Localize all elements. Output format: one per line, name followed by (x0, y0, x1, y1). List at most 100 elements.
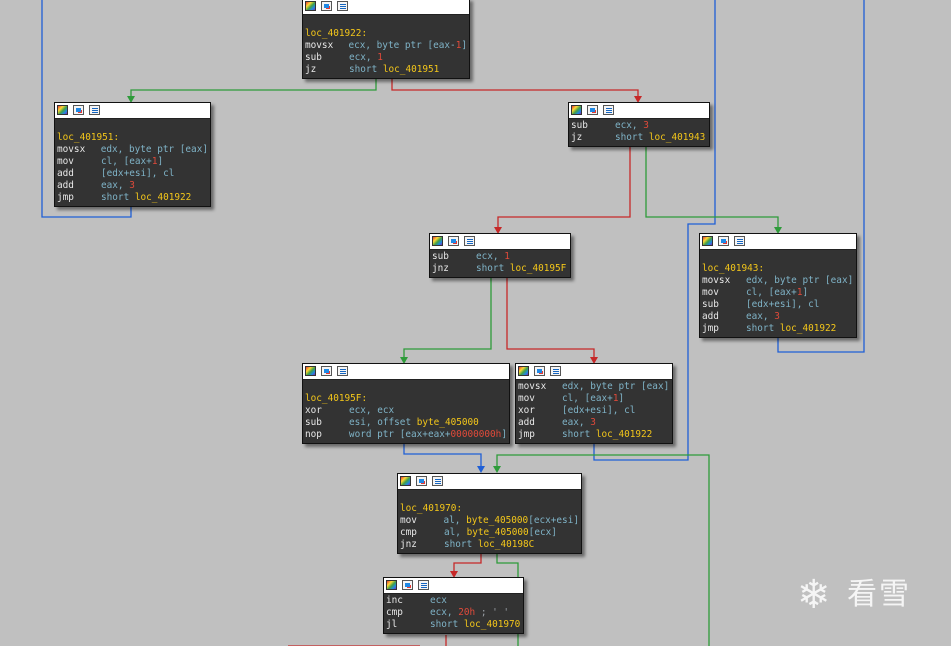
label-text[interactable]: loc_401970: (400, 503, 462, 515)
mnemonic: sub (571, 120, 588, 131)
graph-color-icon[interactable] (702, 236, 713, 246)
operand: al, (443, 515, 467, 526)
code-label: loc_401943: (702, 263, 854, 275)
node-list-icon[interactable] (337, 366, 348, 376)
block-code: movsx edx, byte ptr [eax] mov cl, [eax+ 1] xo… (516, 380, 672, 443)
code-block-inc-ecx[interactable]: inc ecx cmp ecx, 20h ; ' ' jl short loc_40197… (383, 577, 524, 634)
node-list-icon[interactable] (89, 105, 100, 115)
operand: short (430, 619, 464, 630)
operand: al, (444, 527, 467, 538)
operand: short (615, 132, 649, 143)
instruction-line: jmp short loc_401922 (518, 429, 670, 441)
edit-node-icon[interactable] (402, 580, 413, 590)
mnemonic: jmp (702, 323, 719, 334)
arrow-blue-n8 (477, 466, 485, 473)
symbol-reference[interactable]: loc_401922 (596, 429, 652, 441)
edit-node-icon[interactable] (718, 236, 729, 246)
edit-node-icon[interactable] (534, 366, 545, 376)
operand: ecx, ecx (349, 405, 395, 416)
edit-node-icon[interactable] (321, 1, 332, 11)
block-header (430, 234, 570, 250)
numeric-operand: 3 (774, 311, 780, 322)
node-list-icon[interactable] (432, 476, 443, 486)
label-text[interactable]: loc_40195F: (305, 393, 367, 405)
edit-node-icon[interactable] (416, 476, 427, 486)
mnemonic: add (57, 168, 74, 179)
graph-color-icon[interactable] (432, 236, 443, 246)
mnemonic: cmp (400, 527, 417, 538)
symbol-reference[interactable]: loc_401970 (464, 619, 520, 631)
edit-node-icon[interactable] (73, 105, 84, 115)
numeric-operand: 00000000h (450, 429, 502, 440)
edit-node-icon[interactable] (587, 105, 598, 115)
node-list-icon[interactable] (734, 236, 745, 246)
label-text[interactable]: loc_401951: (57, 132, 119, 144)
mnemonic: mov (57, 156, 74, 167)
code-block-sub-ecx-1[interactable]: sub ecx, 1 jnz short loc_40195F (429, 233, 571, 278)
edit-node-icon[interactable] (321, 366, 332, 376)
graph-color-icon[interactable] (518, 366, 529, 376)
block-code: sub ecx, 3 jz short loc_401943 (569, 119, 709, 146)
code-block-loc-401970[interactable]: loc_401970: mov al, byte_405000 [ecx+esi] cm… (397, 473, 582, 554)
block-code: loc_401943: movsx edx, byte ptr [eax] mov cl… (700, 250, 856, 337)
operand: ecx, byte ptr [eax- (348, 40, 456, 51)
mnemonic: jnz (400, 539, 417, 550)
instruction-line: jmp short loc_401922 (702, 323, 854, 335)
symbol-reference[interactable]: byte_405000 (466, 515, 528, 527)
symbol-reference[interactable]: loc_40195F (510, 263, 566, 275)
label-text[interactable]: loc_401943: (702, 263, 764, 275)
graph-color-icon[interactable] (305, 366, 316, 376)
code-block-loc-401951[interactable]: loc_401951: movsx edx, byte ptr [eax] mov cl… (54, 102, 211, 207)
instruction-line: movsx edx, byte ptr [eax] (518, 381, 670, 393)
code-label: loc_401970: (400, 503, 579, 515)
mnemonic: mov (400, 515, 417, 526)
operand: eax, (562, 417, 591, 428)
symbol-reference[interactable]: byte_405000 (417, 417, 479, 429)
mnemonic: movsx (702, 275, 731, 286)
label-text[interactable]: loc_401922: (305, 28, 367, 40)
code-block-loc-40195F[interactable]: loc_40195F: xor ecx, ecx sub esi, offset byt… (302, 363, 510, 444)
symbol-reference[interactable]: loc_40198C (478, 539, 534, 551)
block-code: loc_401970: mov al, byte_405000 [ecx+esi] cm… (398, 490, 581, 553)
graph-color-icon[interactable] (57, 105, 68, 115)
block-code: inc ecx cmp ecx, 20h ; ' ' jl short loc_40197… (384, 594, 523, 633)
instruction-line: inc ecx (386, 595, 521, 607)
graph-color-icon[interactable] (400, 476, 411, 486)
symbol-reference[interactable]: byte_405000 (467, 527, 529, 539)
code-label: loc_40195F: (305, 393, 507, 405)
graph-color-icon[interactable] (386, 580, 397, 590)
graph-color-icon[interactable] (305, 1, 316, 11)
symbol-reference[interactable]: loc_401922 (135, 192, 191, 204)
operand: ] (501, 429, 507, 440)
graph-color-icon[interactable] (571, 105, 582, 115)
node-list-icon[interactable] (464, 236, 475, 246)
mnemonic: sub (432, 251, 449, 262)
node-list-icon[interactable] (337, 1, 348, 11)
code-label: loc_401951: (57, 132, 208, 144)
mnemonic: movsx (305, 40, 334, 51)
code-block-xor-branch[interactable]: movsx edx, byte ptr [eax] mov cl, [eax+ 1] xo… (515, 363, 673, 444)
mnemonic: add (702, 311, 719, 322)
node-list-icon[interactable] (603, 105, 614, 115)
instruction-line: jl short loc_401970 (386, 619, 521, 631)
instruction-line: movsx edx, byte ptr [eax] (57, 144, 208, 156)
edit-node-icon[interactable] (448, 236, 459, 246)
operand: word ptr [eax+eax+ (348, 429, 451, 440)
code-block-sub-ecx-3[interactable]: sub ecx, 3 jz short loc_401943 (568, 102, 710, 147)
code-block-loc-401922[interactable]: loc_401922: movsx ecx, byte ptr [eax- 1] sub… (302, 0, 470, 79)
symbol-reference[interactable]: loc_401922 (780, 323, 836, 335)
mnemonic: mov (518, 393, 535, 404)
operand: ecx (430, 595, 447, 606)
operand: ecx, (476, 251, 505, 262)
block-code: sub ecx, 1 jnz short loc_40195F (430, 250, 570, 277)
code-block-loc-401943[interactable]: loc_401943: movsx edx, byte ptr [eax] mov cl… (699, 233, 857, 338)
symbol-reference[interactable]: loc_401943 (649, 132, 705, 144)
instruction-line: mov cl, [eax+ 1] (518, 393, 670, 405)
operand: [edx+esi], cl (101, 168, 175, 179)
node-list-icon[interactable] (550, 366, 561, 376)
operand: [ecx+esi] (528, 515, 579, 526)
node-list-icon[interactable] (418, 580, 429, 590)
symbol-reference[interactable]: loc_401951 (383, 64, 439, 76)
